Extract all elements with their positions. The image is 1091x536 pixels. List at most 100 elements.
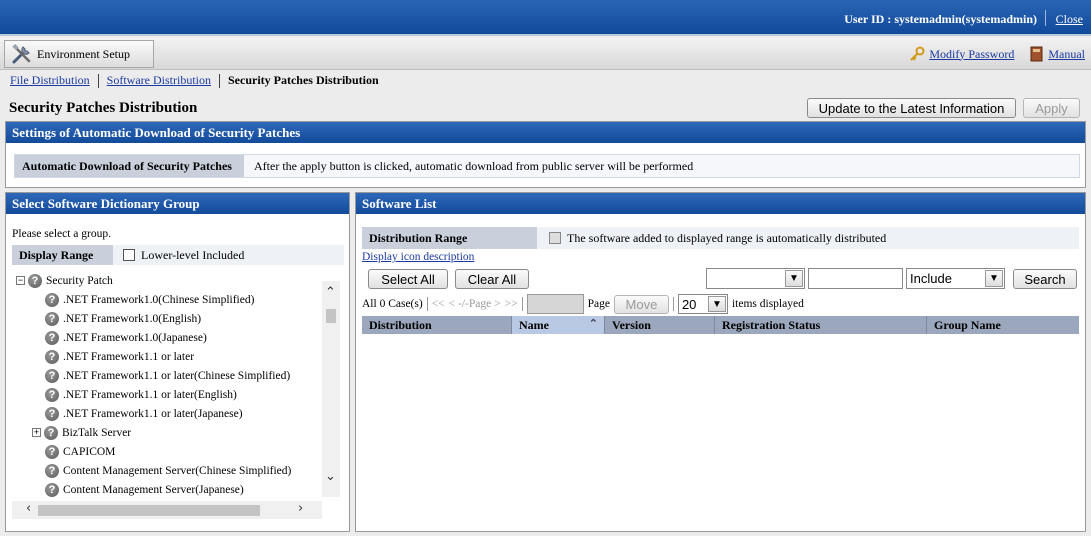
tree-node[interactable]: ? .NET Framework1.1 or later(English) [45,385,237,404]
chevron-down-icon: ▼ [707,296,726,312]
items-displayed-label: items displayed [731,298,804,310]
case-count: All 0 Case(s) [362,298,423,310]
tree-node-label: Content Management Server(Japanese) [63,483,244,496]
distribution-range-row: Distribution Range The software added to… [362,227,1079,249]
unknown-item-icon: ? [45,406,59,421]
filter-mode-select[interactable]: Include ▼ [906,268,1005,289]
tree-node[interactable]: ? .NET Framework1.0(Chinese Simplified) [45,290,254,309]
tab-file-distribution[interactable]: File Distribution [10,73,90,88]
unknown-item-icon: ? [45,368,59,383]
software-list-panel: Software List Distribution Range The sof… [355,192,1086,532]
tree-node[interactable]: ? .NET Framework1.1 or later [45,347,194,366]
page-label: Page [587,298,610,310]
tree-node-label: CAPICOM [63,445,116,458]
unknown-item-icon: ? [45,292,59,307]
page-number-input[interactable] [526,294,584,314]
group-tree: − ? Security Patch ? .NET Framework1.0(C… [12,271,342,497]
tree-node-label: .NET Framework1.1 or later(Chinese Simpl… [63,369,291,382]
collapse-icon[interactable]: − [16,276,25,285]
environment-setup-button[interactable]: Environment Setup [4,40,154,68]
sort-ascending-icon: ⌃ [588,318,598,330]
update-latest-button[interactable]: Update to the Latest Information [807,98,1016,118]
tree-node-label: BizTalk Server [62,426,132,439]
unknown-item-icon: ? [44,425,58,440]
expand-icon[interactable]: + [32,428,41,437]
move-button[interactable]: Move [613,294,669,314]
lower-level-label: Lower-level Included [141,247,245,262]
breadcrumb: File Distribution Software Distribution … [10,73,379,88]
close-link[interactable]: Close [1056,12,1083,27]
tree-node-label: .NET Framework1.0(Chinese Simplified) [63,293,255,306]
tree-node[interactable]: ? .NET Framework1.0(Japanese) [45,328,207,347]
tree-node[interactable]: + ? BizTalk Server [32,423,131,442]
select-all-button[interactable]: Select All [368,269,448,289]
tree-vertical-scrollbar[interactable]: ⌃ ⌄ [322,281,340,497]
tree-node[interactable]: ? .NET Framework1.1 or later(Chinese Sim… [45,366,290,385]
modify-password-link[interactable]: Modify Password [929,47,1014,62]
software-table-header: Distribution Name ⌃ Version Registration… [362,316,1079,334]
divider [521,297,523,311]
unknown-item-icon: ? [45,482,59,497]
page-title: Security Patches Distribution [9,100,198,116]
scroll-right-icon[interactable]: › [298,501,303,516]
column-group-name[interactable]: Group Name [927,316,1079,334]
top-bar: User ID : systemadmin(systemadmin) Close [0,0,1091,36]
auto-distribute-label: The software added to displayed range is… [567,230,887,245]
items-per-page-value: 20 [681,296,697,312]
scroll-up-icon[interactable]: ⌃ [325,285,336,300]
select-group-hint: Please select a group. [12,228,111,240]
lower-level-checkbox[interactable] [123,249,135,261]
tree-node[interactable]: ? CAPICOM [45,442,115,461]
tab-security-patches-distribution: Security Patches Distribution [228,73,379,87]
column-name-label: Name [519,317,549,332]
divider [426,297,428,311]
auto-download-row: Automatic Download of Security Patches A… [14,154,1080,178]
column-version[interactable]: Version [605,316,715,334]
tree-node[interactable]: ? Content Management Server(Japanese) [45,480,244,497]
auto-download-value: After the apply button is clicked, autom… [244,155,1079,177]
auto-download-panel: Settings of Automatic Download of Securi… [5,121,1086,188]
column-name[interactable]: Name ⌃ [512,316,605,334]
dictionary-group-header: Select Software Dictionary Group [6,193,349,214]
tree-node[interactable]: ? .NET Framework1.1 or later(Japanese) [45,404,243,423]
tree-node[interactable]: ? .NET Framework1.0(English) [45,309,201,328]
lower-level-option[interactable]: Lower-level Included [113,245,344,265]
auto-download-header: Settings of Automatic Download of Securi… [6,122,1085,143]
distribution-range-label: Distribution Range [362,227,537,249]
unknown-item-icon: ? [45,387,59,402]
first-page-link[interactable]: << [432,298,445,310]
tree-horizontal-scrollbar[interactable]: ‹ › [12,501,322,519]
clear-all-button[interactable]: Clear All [455,269,529,289]
last-page-link[interactable]: >> [505,298,518,310]
tree-node[interactable]: ? Content Management Server(Chinese Simp… [45,461,291,480]
column-distribution[interactable]: Distribution [362,316,512,334]
items-per-page-select[interactable]: 20 ▼ [677,294,728,314]
divider [672,297,674,311]
display-icon-description-link[interactable]: Display icon description [362,251,474,263]
filter-mode-value: Include [910,271,952,286]
scroll-thumb[interactable] [38,505,260,516]
divider [1045,10,1046,26]
page-nav[interactable]: < -/-Page > [449,298,501,310]
tree-node[interactable]: − ? Security Patch [16,271,113,290]
apply-button[interactable]: Apply [1023,98,1080,118]
divider [219,73,220,88]
software-list-header: Software List [356,193,1085,214]
tree-node-label: .NET Framework1.0(English) [63,312,202,325]
manual-link[interactable]: Manual [1048,47,1085,62]
tree-node-label: .NET Framework1.0(Japanese) [63,331,207,344]
tree-node-label: .NET Framework1.1 or later(English) [63,388,237,401]
unknown-item-icon: ? [45,330,59,345]
search-input[interactable] [808,268,903,289]
tools-icon [12,43,31,64]
search-button[interactable]: Search [1013,269,1077,289]
tab-software-distribution[interactable]: Software Distribution [107,73,211,88]
chevron-down-icon: ▼ [785,270,803,287]
search-field-select[interactable]: ▼ [706,268,805,289]
unknown-item-icon: ? [28,273,42,288]
auto-distribute-checkbox [549,232,561,244]
scroll-thumb[interactable] [326,309,336,323]
scroll-left-icon[interactable]: ‹ [26,501,31,516]
scroll-down-icon[interactable]: ⌄ [325,469,336,484]
column-registration-status[interactable]: Registration Status [715,316,927,334]
